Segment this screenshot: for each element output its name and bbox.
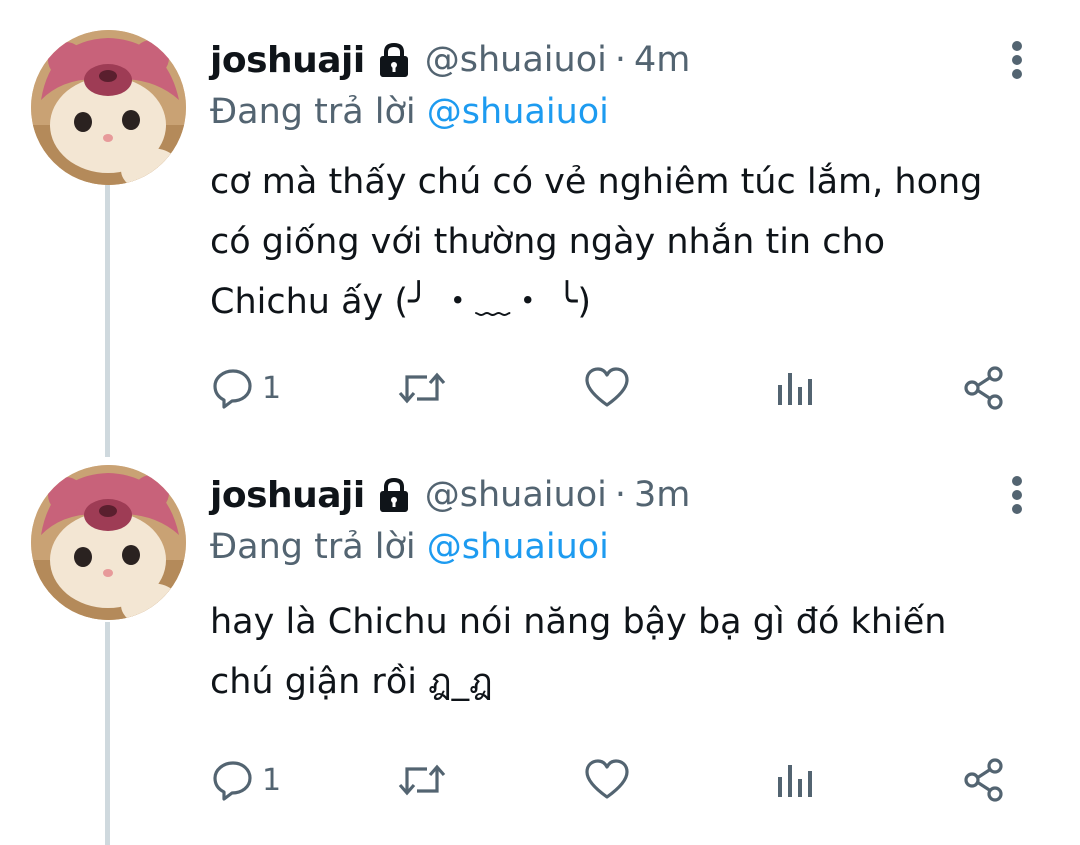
reply-prefix: Đang trả lời	[210, 92, 416, 132]
retweet-icon	[398, 764, 446, 796]
more-icon[interactable]	[1000, 38, 1034, 82]
reply-count: 1	[262, 762, 282, 798]
reply-count: 1	[262, 370, 282, 406]
avatar[interactable]	[31, 30, 186, 185]
separator-dot: ·	[614, 40, 626, 80]
lock-icon	[375, 41, 413, 79]
analytics-button[interactable]	[776, 363, 816, 413]
reply-button[interactable]: 1	[210, 755, 281, 805]
tweet-text: hay là Chichu nói năng bậy bạ gì đó khiế…	[210, 602, 947, 702]
like-button[interactable]	[583, 755, 631, 805]
reply-prefix: Đang trả lời	[210, 527, 416, 567]
replying-to: Đang trả lời @shuaiuoi	[210, 92, 609, 132]
analytics-icon	[778, 373, 812, 405]
user-handle[interactable]: @shuaiuoi	[425, 475, 607, 515]
reply-mention[interactable]: @shuaiuoi	[427, 527, 609, 567]
reply-mention[interactable]: @shuaiuoi	[427, 92, 609, 132]
retweet-button[interactable]	[395, 755, 449, 805]
share-icon	[964, 758, 1003, 802]
more-icon[interactable]	[1000, 473, 1034, 517]
reply-button[interactable]: 1	[210, 363, 281, 413]
tweet[interactable]: joshuaji @shuaiuoi · 4m Đang trả lời @sh…	[0, 30, 1080, 430]
tweet[interactable]: joshuaji @shuaiuoi · 3m Đang trả lời @sh…	[0, 465, 1080, 825]
share-button[interactable]	[962, 755, 1006, 805]
replying-to: Đang trả lời @shuaiuoi	[210, 527, 609, 567]
retweet-icon	[398, 372, 446, 404]
reply-icon	[213, 369, 252, 409]
share-button[interactable]	[962, 363, 1006, 413]
action-bar: 1	[210, 755, 1030, 805]
action-bar: 1	[210, 363, 1030, 413]
tweet-header: joshuaji @shuaiuoi · 4m	[210, 30, 690, 90]
display-name[interactable]: joshuaji	[210, 475, 365, 516]
separator-dot: ·	[614, 475, 626, 515]
display-name[interactable]: joshuaji	[210, 40, 365, 81]
like-button[interactable]	[583, 363, 631, 413]
timestamp[interactable]: 3m	[634, 475, 690, 515]
avatar[interactable]	[31, 465, 186, 620]
reply-icon	[213, 761, 252, 801]
tweet-header: joshuaji @shuaiuoi · 3m	[210, 465, 690, 525]
timestamp[interactable]: 4m	[634, 40, 690, 80]
user-handle[interactable]: @shuaiuoi	[425, 40, 607, 80]
like-icon	[585, 759, 629, 799]
tweet-text: cơ mà thấy chú có vẻ nghiêm túc lắm, hon…	[210, 162, 983, 322]
share-icon	[964, 366, 1003, 410]
retweet-button[interactable]	[395, 363, 449, 413]
like-icon	[585, 367, 629, 407]
lock-icon	[375, 476, 413, 514]
analytics-button[interactable]	[776, 755, 816, 805]
analytics-icon	[778, 765, 812, 797]
